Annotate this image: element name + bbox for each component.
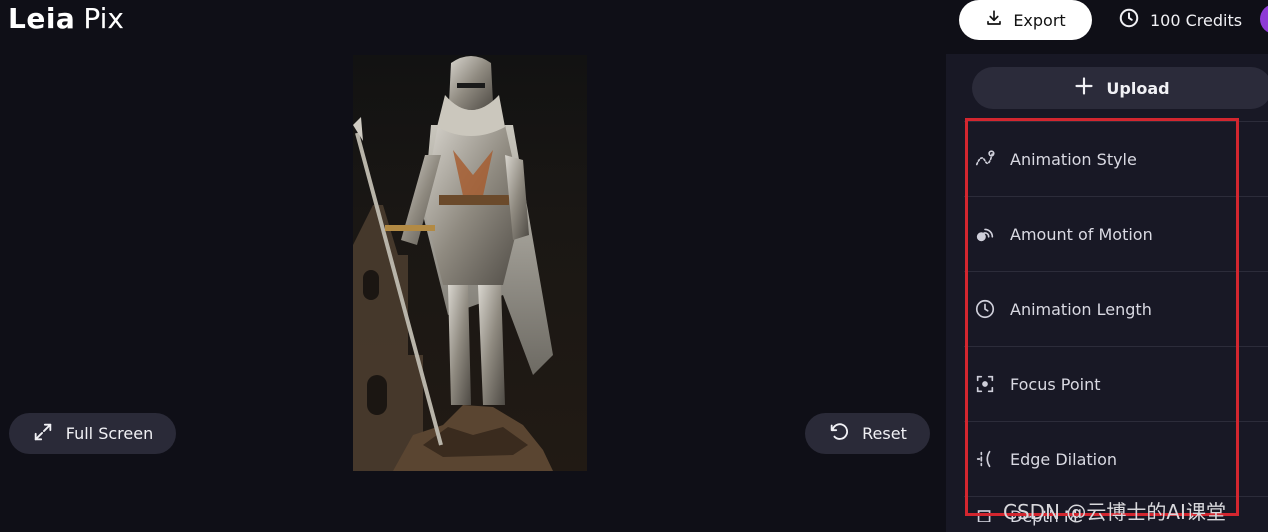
full-screen-label: Full Screen bbox=[65, 424, 154, 443]
upload-label: Upload bbox=[1106, 78, 1170, 98]
export-label: Export bbox=[1013, 10, 1066, 30]
logo-leia-text: Leia bbox=[8, 2, 76, 35]
download-icon bbox=[985, 9, 1003, 31]
watermark-text: CSDN @云博士的AI课堂 bbox=[1003, 500, 1226, 524]
preview-canvas: Full Screen Reset bbox=[0, 54, 946, 532]
export-button[interactable]: Export bbox=[959, 0, 1092, 40]
leiapix-logo[interactable]: Leia Pix bbox=[8, 2, 124, 38]
full-screen-button[interactable]: Full Screen bbox=[9, 413, 176, 454]
reset-label: Reset bbox=[862, 424, 907, 443]
top-bar: Leia Pix Export 100 Credits bbox=[0, 0, 1268, 54]
upload-button[interactable]: Upload bbox=[972, 67, 1268, 109]
red-highlight-box bbox=[965, 118, 1239, 516]
plus-icon bbox=[1074, 76, 1094, 100]
reset-button[interactable]: Reset bbox=[805, 413, 930, 454]
expand-icon bbox=[32, 421, 54, 447]
clock-icon bbox=[1118, 7, 1140, 33]
credits-label: 100 Credits bbox=[1150, 10, 1243, 30]
logo-pix-text: Pix bbox=[83, 2, 124, 35]
avatar[interactable] bbox=[1260, 4, 1268, 34]
credits-display[interactable]: 100 Credits bbox=[1118, 8, 1242, 32]
knight-image bbox=[353, 55, 587, 471]
undo-icon bbox=[828, 421, 850, 447]
